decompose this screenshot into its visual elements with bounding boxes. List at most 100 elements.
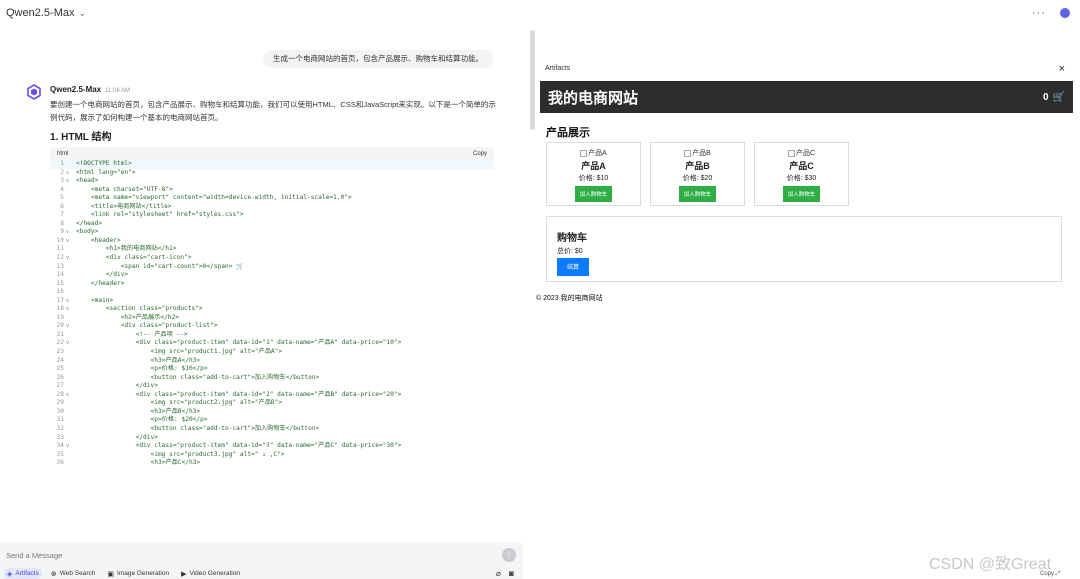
code-text: <div class="cart-icon"> bbox=[76, 254, 192, 262]
tool-web-search[interactable]: ⊕ Web Search bbox=[48, 568, 99, 579]
attach-icon[interactable]: ⌀ bbox=[496, 569, 501, 578]
fold-icon[interactable]: v bbox=[64, 228, 71, 237]
code-line: 19 <h2>产品展示</h2> bbox=[50, 314, 494, 323]
code-line: 9 v <body> bbox=[50, 228, 494, 237]
cart-indicator[interactable]: 0 🛒 bbox=[1043, 92, 1065, 103]
tool-label: Video Generation bbox=[189, 570, 240, 577]
chat-pane: 生成一个电商网站的首页，包含产品展示、购物车和结算功能。 Qwen2.5-Max… bbox=[0, 26, 530, 579]
fold-icon bbox=[64, 263, 71, 272]
code-text: <h3>产品A</h3> bbox=[76, 356, 201, 364]
fold-icon[interactable]: v bbox=[64, 297, 71, 306]
line-number: 18 bbox=[56, 305, 64, 313]
line-number: 35 bbox=[56, 450, 64, 458]
code-text: <h2>产品展示</h2> bbox=[76, 313, 179, 321]
product-card: 产品A 产品A 价格: $10 加入购物车 bbox=[546, 142, 641, 206]
code-line: 18 v <section class="products"> bbox=[50, 305, 494, 314]
line-number: 5 bbox=[60, 194, 64, 202]
add-to-cart-button[interactable]: 加入购物车 bbox=[782, 186, 821, 202]
bot-name: Qwen2.5-Max 11:06 AM bbox=[50, 85, 131, 94]
copy-code-button[interactable]: Copy bbox=[473, 151, 487, 157]
message-input[interactable] bbox=[6, 549, 486, 561]
code-line: 2 v <html lang="en"> bbox=[50, 169, 494, 178]
product-name: 产品B bbox=[685, 161, 710, 171]
line-number: 1 bbox=[60, 160, 64, 167]
fold-icon bbox=[64, 459, 71, 468]
line-number: 31 bbox=[56, 416, 64, 424]
line-number: 22 bbox=[56, 339, 64, 347]
checkout-button[interactable]: 结算 bbox=[557, 257, 589, 276]
camera-icon[interactable]: ◙ bbox=[509, 569, 514, 578]
fold-icon[interactable]: v bbox=[64, 339, 71, 348]
fold-icon[interactable]: v bbox=[64, 169, 71, 178]
add-to-cart-button[interactable]: 加入购物车 bbox=[574, 186, 613, 202]
line-number: 6 bbox=[60, 202, 64, 210]
response-heading: 1. HTML 结构 bbox=[50, 132, 112, 143]
fold-icon bbox=[64, 365, 71, 374]
fold-icon bbox=[64, 416, 71, 425]
code-line: 7 <link rel="stylesheet" href="styles.cs… bbox=[50, 211, 494, 220]
artifact-panel: Artifacts × 我的电商网站 0 🛒 产品展示 产品A 产品A 价格: $1… bbox=[536, 56, 1073, 570]
fold-icon[interactable]: v bbox=[64, 442, 71, 451]
chevron-down-icon: ⌄ bbox=[78, 7, 87, 18]
code-line: 14 </div> bbox=[50, 271, 494, 280]
line-number: 4 bbox=[60, 185, 64, 193]
cart-total: 总价: $0 bbox=[557, 248, 583, 255]
cart-section: 购物车 总价: $0 结算 bbox=[546, 216, 1062, 282]
fold-icon[interactable]: v bbox=[64, 322, 71, 331]
fold-icon bbox=[64, 186, 71, 195]
add-to-cart-button[interactable]: 加入购物车 bbox=[678, 186, 717, 202]
code-header: html Copy bbox=[50, 147, 494, 160]
user-avatar[interactable] bbox=[1060, 8, 1070, 18]
code-line: 13 <span id="cart-count">0</span> 🛒 bbox=[50, 263, 494, 272]
broken-image-icon bbox=[580, 149, 588, 157]
close-icon[interactable]: × bbox=[1059, 63, 1065, 75]
more-options-icon[interactable]: ··· bbox=[1032, 7, 1046, 19]
fold-icon bbox=[64, 348, 71, 357]
chat-scrollbar[interactable] bbox=[530, 30, 535, 130]
fold-icon[interactable]: v bbox=[64, 391, 71, 400]
model-selector[interactable]: Qwen2.5-Max ⌄ bbox=[6, 7, 86, 19]
line-number: 13 bbox=[56, 262, 64, 270]
code-text: <main> bbox=[76, 296, 114, 304]
product-card: 产品C 产品C 价格: $30 加入购物车 bbox=[754, 142, 849, 206]
line-number: 36 bbox=[56, 459, 64, 467]
tool-video-generation[interactable]: ▶ Video Generation bbox=[178, 568, 243, 579]
cart-title: 购物车 bbox=[557, 233, 587, 244]
model-name: Qwen2.5-Max bbox=[6, 7, 75, 19]
fold-icon bbox=[64, 280, 71, 289]
fold-icon bbox=[64, 408, 71, 417]
code-line: 36 <h3>产品C</h3> bbox=[50, 459, 494, 468]
fold-icon[interactable]: v bbox=[64, 254, 71, 263]
shop-footer: © 2023 我的电商网站 bbox=[536, 295, 603, 302]
tool-image-generation[interactable]: ▣ Image Generation bbox=[104, 568, 172, 579]
line-number: 17 bbox=[56, 296, 64, 304]
line-number: 16 bbox=[56, 288, 64, 296]
line-number: 11 bbox=[56, 245, 64, 253]
product-image: 产品C bbox=[755, 148, 848, 158]
fold-icon[interactable]: v bbox=[64, 177, 71, 186]
fold-icon[interactable]: v bbox=[64, 305, 71, 314]
fold-icon[interactable]: v bbox=[64, 237, 71, 246]
fold-icon bbox=[64, 160, 71, 169]
line-number: 32 bbox=[56, 424, 64, 432]
line-number: 30 bbox=[56, 407, 64, 415]
send-button[interactable]: ↑ bbox=[502, 548, 516, 562]
line-number: 9 bbox=[60, 228, 64, 236]
code-text: </head> bbox=[76, 219, 103, 227]
fold-icon bbox=[64, 203, 71, 212]
code-text: <p>价格: $20</p> bbox=[76, 416, 208, 424]
tool-artifacts[interactable]: ◈ Artifacts bbox=[4, 568, 42, 579]
shop-title: 我的电商网站 bbox=[548, 89, 639, 107]
broken-image-icon bbox=[787, 149, 795, 157]
code-text: </header> bbox=[76, 279, 125, 287]
message-composer: ↑ ◈Artifacts ⊕Web Search ▣Image Generation… bbox=[0, 543, 523, 579]
line-number: 12 bbox=[56, 254, 64, 262]
fold-icon bbox=[64, 245, 71, 254]
code-text: <div class="product-list"> bbox=[76, 322, 218, 330]
code-line: 33 </div> bbox=[50, 434, 494, 443]
line-number: 27 bbox=[56, 382, 64, 390]
fold-icon bbox=[64, 425, 71, 434]
product-price: 价格: $10 bbox=[578, 175, 609, 182]
line-number: 2 bbox=[60, 168, 64, 176]
